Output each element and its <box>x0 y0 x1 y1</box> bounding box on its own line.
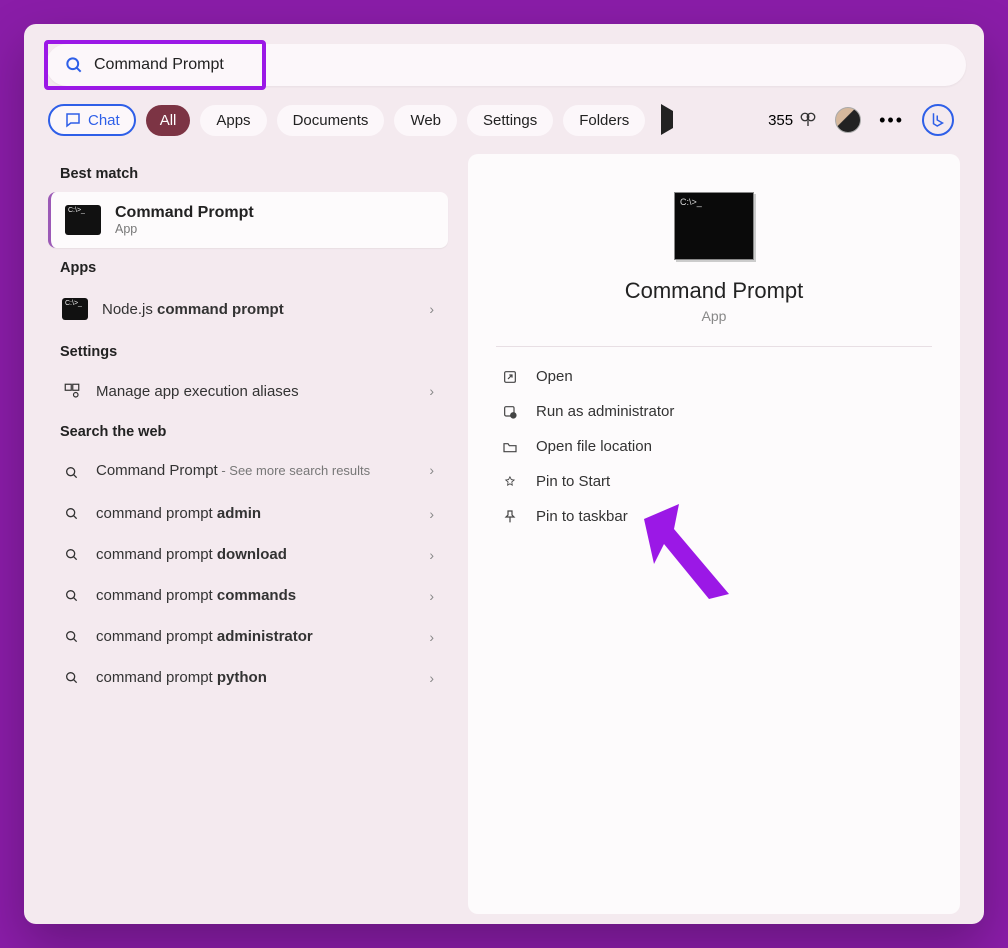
search-icon <box>62 506 82 522</box>
more-icon[interactable]: ••• <box>879 110 904 131</box>
divider <box>496 346 932 347</box>
folders-pill[interactable]: Folders <box>563 105 645 136</box>
rewards-points[interactable]: 355 <box>768 111 817 129</box>
cmd-large-icon <box>674 192 754 260</box>
search-panel: Chat All Apps Documents Web Settings Fol… <box>24 24 984 924</box>
search-icon <box>62 547 82 563</box>
web-label: Search the web <box>60 424 448 440</box>
user-avatar[interactable] <box>835 107 861 133</box>
run-as-admin-action[interactable]: Run as administrator <box>496 394 932 429</box>
pin-to-taskbar-action[interactable]: Pin to taskbar <box>496 499 932 534</box>
web-pill[interactable]: Web <box>394 105 457 136</box>
results-column: Best match Command Prompt App Apps Node.… <box>48 154 448 914</box>
chat-pill[interactable]: Chat <box>48 104 136 136</box>
list-item[interactable]: Manage app execution aliases › <box>48 370 448 412</box>
chevron-right-icon: › <box>429 670 434 686</box>
settings-pill[interactable]: Settings <box>467 105 553 136</box>
bing-chat-icon[interactable] <box>922 104 954 136</box>
search-row <box>48 44 960 86</box>
chevron-right-icon: › <box>429 588 434 604</box>
search-input[interactable] <box>94 56 948 74</box>
apps-pill[interactable]: Apps <box>200 105 266 136</box>
settings-alias-icon <box>62 382 82 400</box>
chevron-right-icon: › <box>429 547 434 563</box>
content-area: Best match Command Prompt App Apps Node.… <box>48 154 960 914</box>
chevron-right-icon: › <box>429 462 434 478</box>
chevron-right-icon: › <box>429 383 434 399</box>
chevron-right-icon: › <box>429 301 434 317</box>
detail-title: Command Prompt <box>496 278 932 304</box>
search-icon <box>62 670 82 686</box>
cmd-icon <box>65 205 101 235</box>
shield-icon <box>502 404 520 420</box>
pin-icon <box>502 474 520 490</box>
settings-label: Settings <box>60 344 448 360</box>
filter-row: Chat All Apps Documents Web Settings Fol… <box>48 104 960 136</box>
search-icon <box>62 588 82 604</box>
cmd-icon <box>62 298 88 320</box>
apps-label: Apps <box>60 260 448 276</box>
list-item[interactable]: command prompt download › <box>48 534 448 575</box>
list-item[interactable]: command prompt commands › <box>48 575 448 616</box>
chat-label: Chat <box>88 112 120 129</box>
list-item[interactable]: command prompt administrator › <box>48 616 448 657</box>
documents-pill[interactable]: Documents <box>277 105 385 136</box>
open-action[interactable]: Open <box>496 359 932 394</box>
result-subtitle: App <box>115 222 254 236</box>
best-match-result[interactable]: Command Prompt App <box>48 192 448 248</box>
chevron-right-icon: › <box>429 629 434 645</box>
search-icon <box>64 55 84 75</box>
right-controls: 355 ••• <box>768 104 954 136</box>
open-icon <box>502 369 520 385</box>
result-title: Command Prompt <box>115 204 254 222</box>
trophy-icon <box>799 111 817 129</box>
pin-icon <box>502 509 520 525</box>
all-pill[interactable]: All <box>146 105 191 136</box>
chevron-right-icon: › <box>429 506 434 522</box>
search-bar[interactable] <box>46 44 966 86</box>
list-item[interactable]: Command Prompt - See more search results… <box>48 450 448 493</box>
open-file-location-action[interactable]: Open file location <box>496 429 932 464</box>
list-item[interactable]: Node.js command prompt › <box>48 286 448 332</box>
search-icon <box>62 465 82 481</box>
folder-icon <box>502 439 520 455</box>
pin-to-start-action[interactable]: Pin to Start <box>496 464 932 499</box>
list-item[interactable]: command prompt python › <box>48 657 448 698</box>
detail-type: App <box>496 308 932 324</box>
detail-pane: Command Prompt App Open Run as administr… <box>468 154 960 914</box>
best-match-label: Best match <box>60 166 448 182</box>
more-filters-icon[interactable] <box>661 111 673 129</box>
list-item[interactable]: command prompt admin › <box>48 493 448 534</box>
search-icon <box>62 629 82 645</box>
